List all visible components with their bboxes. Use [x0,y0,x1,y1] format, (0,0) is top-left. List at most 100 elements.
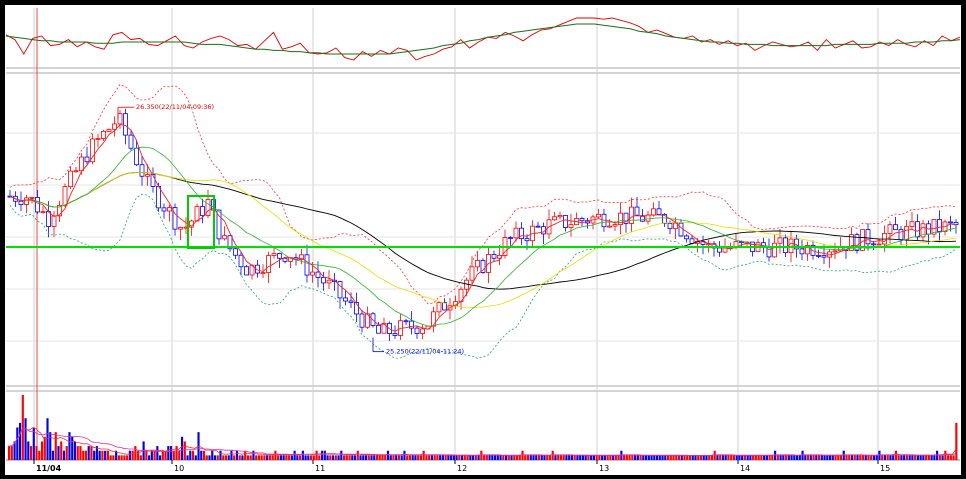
volume-bar [892,455,895,460]
volume-bar [526,455,530,460]
volume-bar [131,450,134,460]
volume-bar [905,455,908,460]
volume-bar [628,455,631,460]
volume-bar [694,455,697,460]
candle-body [596,213,601,218]
volume-bar [285,455,288,460]
volume-bar [532,455,535,460]
volume-bar [433,455,436,460]
volume-bar [941,455,944,460]
candle-body [321,277,326,284]
volume-bar [826,455,829,460]
volume-bar [749,455,752,460]
candle-body [266,255,271,274]
volume-bar [719,455,722,460]
volume-bar [145,450,148,460]
candle-body [68,170,73,187]
volume-bar [425,455,428,460]
volume-bar [820,455,823,460]
volume-bar [754,455,757,460]
volume-bar [741,455,744,460]
candle-body [832,250,838,253]
volume-bar [452,455,455,460]
volume-bar [430,455,433,460]
candle-body [310,271,315,276]
volume-bar [117,455,120,460]
volume-bar [340,450,343,460]
volume-bar [51,450,55,460]
volume-bar [469,455,472,460]
volume-bar [375,455,379,460]
volume-bar [334,455,337,460]
volume-bar [299,455,302,460]
volume-bar [175,446,178,460]
volume-bar [787,455,790,460]
candle-body [161,207,167,212]
volume-bar [271,455,274,460]
volume-bar [675,455,678,460]
volume-bar [639,455,642,460]
volume-bar [850,455,854,460]
volume-bar [590,455,593,460]
volume-bar [584,455,587,460]
volume-bar [359,455,362,460]
x-tick-label: 15 [880,464,890,473]
volume-bar [389,455,392,460]
volume-bar [134,446,137,460]
volume-bar [455,455,458,460]
volume-bar [510,455,513,460]
volume-bar [933,455,936,460]
volume-bar [323,450,326,460]
volume-bar [411,455,414,460]
volume-bar [337,455,340,460]
volume-bar [441,455,444,460]
candle-body [167,207,172,212]
candle-body [277,253,282,259]
volume-bar [587,455,590,460]
volume-bar [16,427,19,460]
volume-bar [554,455,557,460]
volume-bar [461,455,464,460]
volume-bar [422,450,425,460]
volume-bar [428,455,431,460]
volume-bar [806,455,810,460]
volume-bar [321,450,324,460]
volume-bar [397,455,401,460]
volume-bar [345,455,348,460]
candle-body [315,271,321,278]
volume-bar [732,455,736,460]
x-tick-label: 11/04 [36,464,62,473]
volume-bar [326,455,329,460]
volume-bar [186,455,189,460]
volume-bar [120,455,123,460]
candle-body [35,197,40,213]
volume-bar [139,455,142,460]
stock-chart: 11/04 10 11 12 13 14 15 26.350(22/11/04-09:36)… [5,5,961,475]
volume-bar [279,455,282,460]
volume-bar [518,455,521,460]
volume-bar [169,446,173,460]
volume-bar [290,455,293,460]
candle-body [62,186,68,206]
volume-bar [798,455,801,460]
volume-bar [224,455,228,460]
volume-bar [790,455,793,460]
volume-bar [29,446,33,460]
volume-bar [112,455,115,460]
candle-body [222,235,227,240]
volume-bar [351,455,354,460]
volume-bar [406,455,409,460]
volume-bar [683,455,686,460]
volume-bar [202,450,206,460]
volume-bar [84,450,88,460]
volume-bar [889,455,892,460]
volume-bar [647,455,650,460]
volume-bar [507,455,510,460]
candle-body [238,254,244,268]
candle-body [876,243,882,246]
candle-body [359,313,365,328]
volume-bar [392,455,395,460]
candle-body [233,248,238,256]
volume-bar [252,450,255,460]
volume-bar [172,450,175,460]
